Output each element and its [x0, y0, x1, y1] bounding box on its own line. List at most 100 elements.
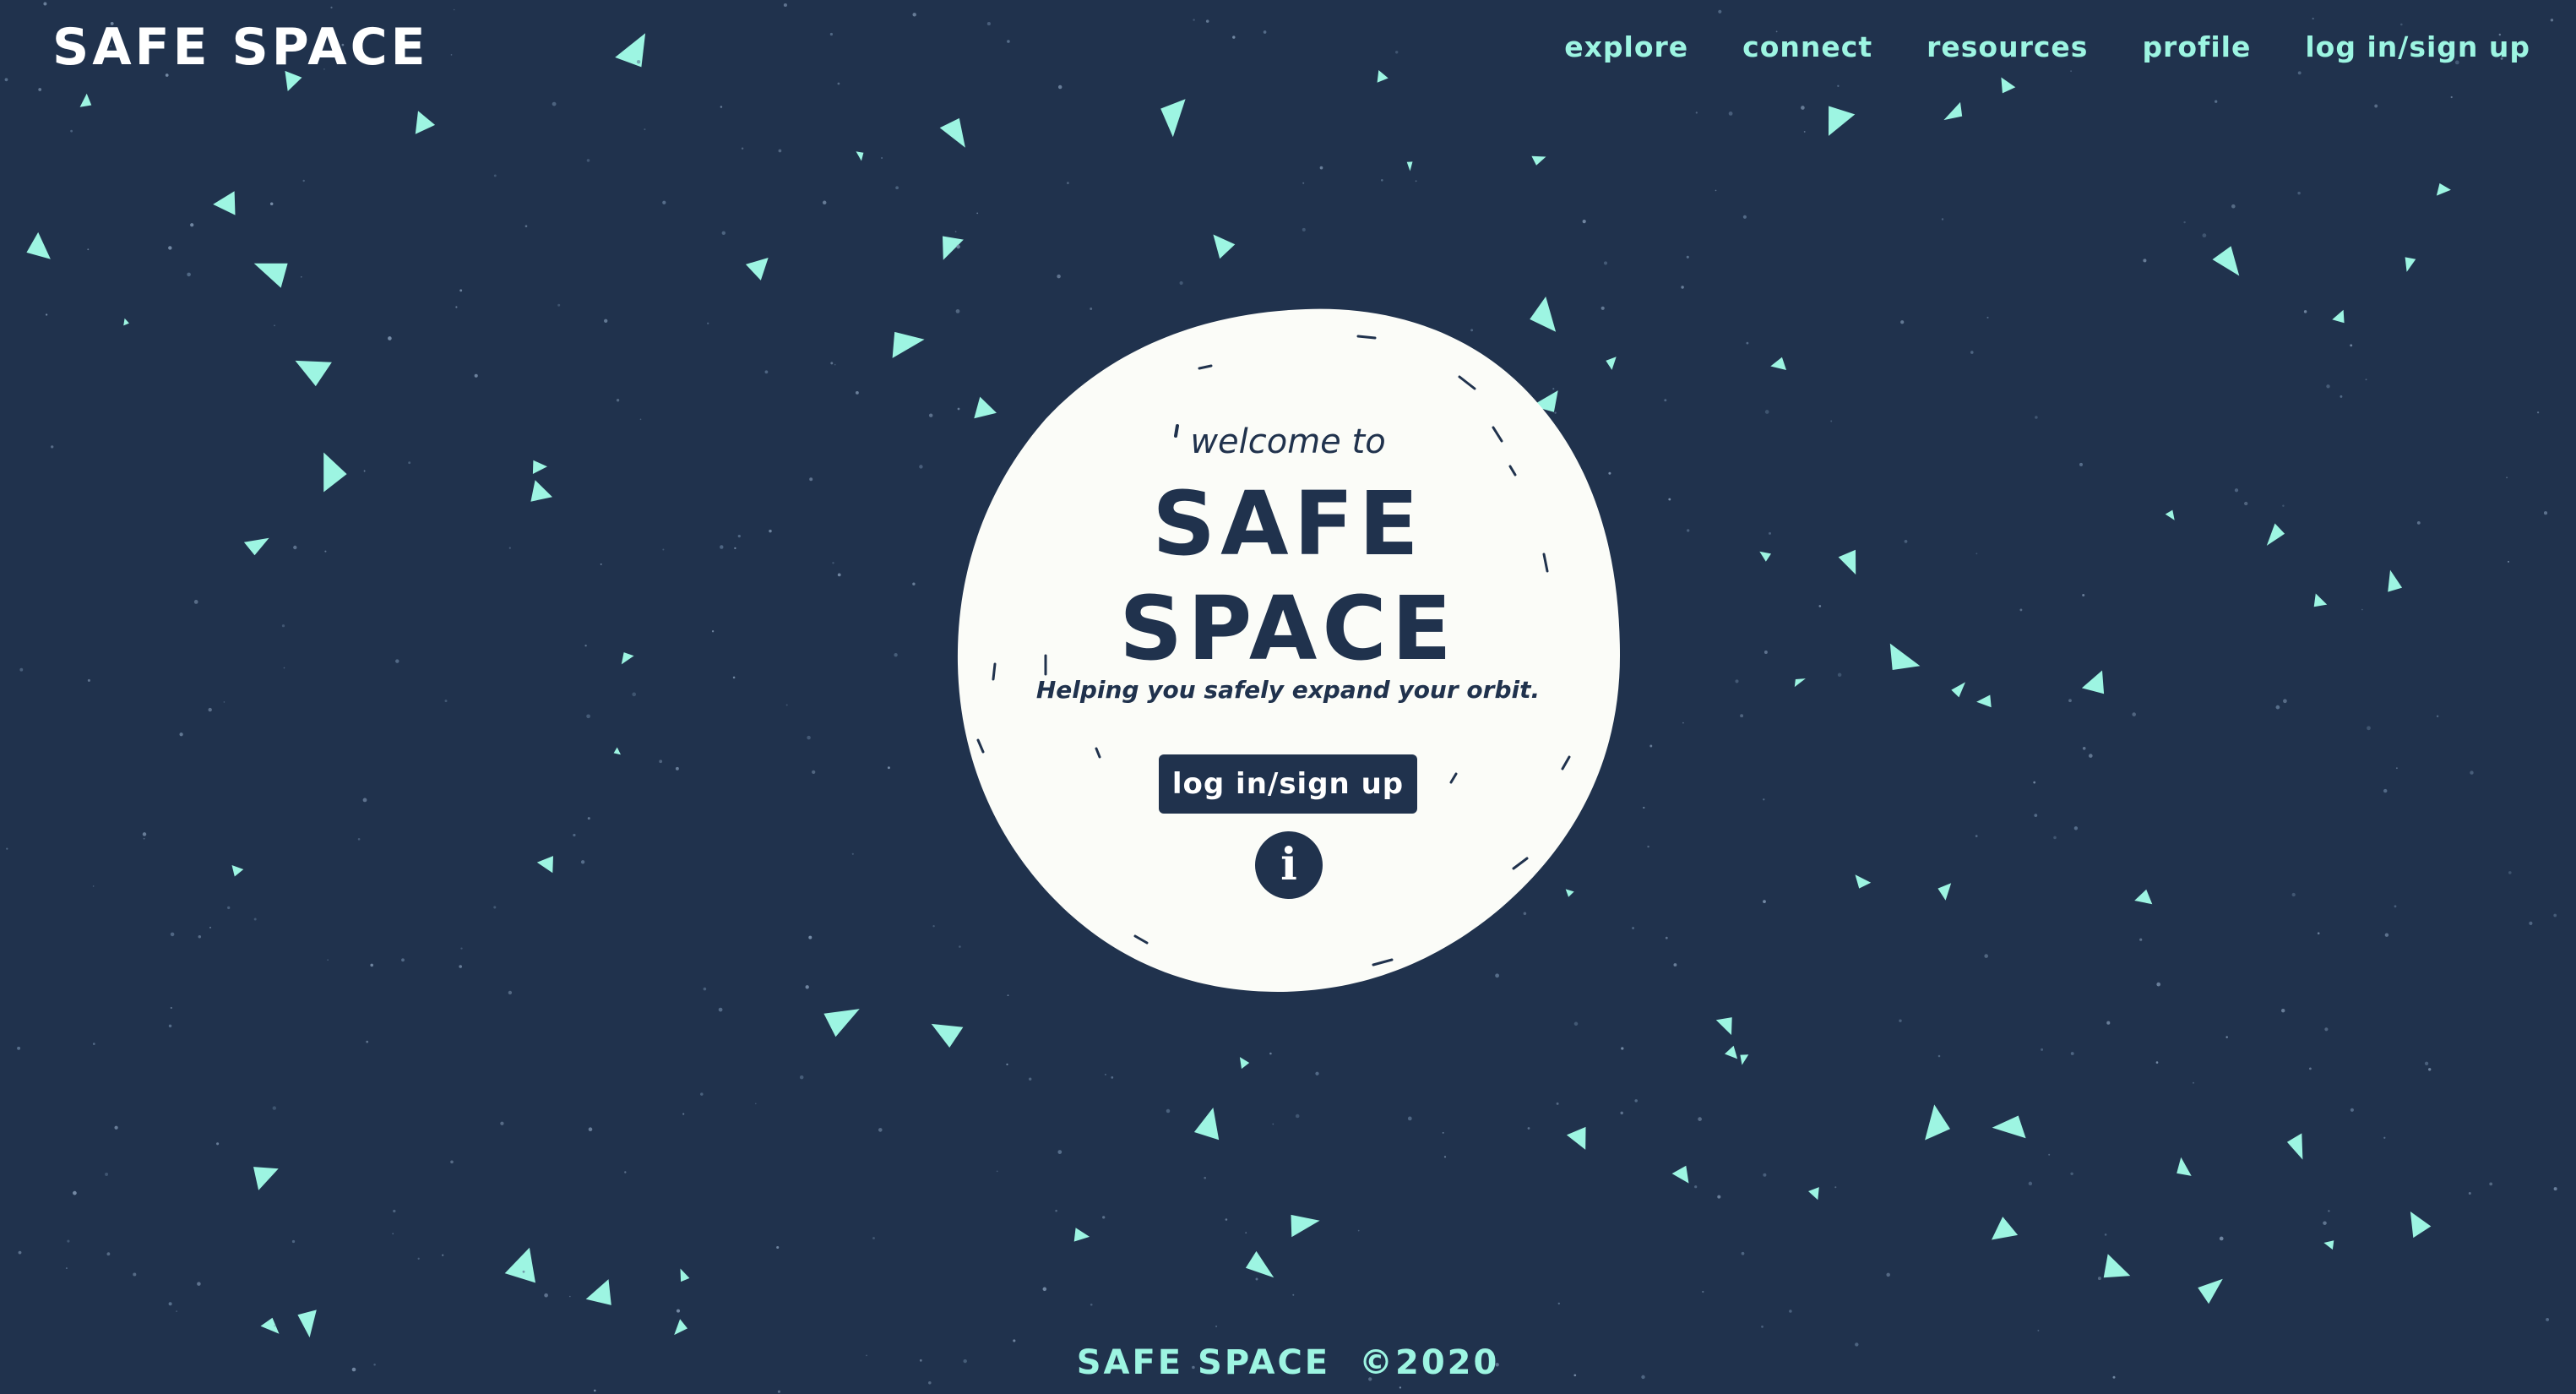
- hero-title: SAFE SPACE: [1047, 471, 1529, 681]
- star-shard: [231, 865, 244, 877]
- brand-logo[interactable]: SAFE SPACE: [52, 15, 429, 79]
- star-dot: [2070, 70, 2073, 73]
- star-dot: [2324, 1027, 2329, 1032]
- star-shard: [2323, 1240, 2334, 1250]
- star-dot: [544, 1293, 548, 1298]
- star-dot: [1245, 1232, 1247, 1233]
- star-dot: [785, 704, 788, 706]
- star-shard: [1855, 874, 1872, 889]
- star-dot: [2041, 1048, 2044, 1051]
- star-dot: [1682, 722, 1684, 724]
- nav-link-explore[interactable]: explore: [1564, 30, 1688, 63]
- star-dot: [1193, 19, 1195, 21]
- star-dot: [1763, 1173, 1767, 1177]
- star-dot: [1102, 1216, 1106, 1219]
- star-dot: [2350, 1108, 2354, 1112]
- star-shard: [674, 1319, 687, 1336]
- star-dot: [2550, 19, 2554, 22]
- star-dot: [197, 1282, 201, 1286]
- star-dot: [269, 202, 274, 206]
- star-dot: [283, 667, 285, 669]
- star-dot: [190, 223, 194, 227]
- star-dot: [2106, 1021, 2111, 1025]
- star-shard: [892, 331, 925, 358]
- star-shard: [680, 1268, 690, 1282]
- star-shard: [323, 452, 347, 493]
- star-dot: [2529, 921, 2533, 925]
- star-dot: [1673, 963, 1677, 967]
- star-shard: [2165, 509, 2175, 520]
- star-dot: [1742, 215, 1747, 219]
- login-signup-button[interactable]: log in/sign up: [1159, 754, 1417, 814]
- star-dot: [274, 324, 275, 327]
- star-dot: [274, 1325, 276, 1327]
- star-dot: [769, 529, 772, 533]
- star-dot: [632, 692, 637, 697]
- star-dot: [193, 600, 198, 604]
- star-dot: [1643, 806, 1645, 809]
- star-dot: [1006, 1063, 1008, 1066]
- nav-link-profile[interactable]: profile: [2142, 30, 2251, 63]
- star-shard: [621, 652, 634, 665]
- star-dot: [894, 653, 898, 657]
- star-shard: [532, 460, 547, 474]
- star-dot: [459, 289, 463, 292]
- star-dot: [2097, 1277, 2101, 1281]
- star-dot: [700, 1092, 704, 1096]
- star-dot: [1761, 1326, 1764, 1328]
- star-shard: [260, 1317, 280, 1334]
- star-dot: [500, 1121, 504, 1125]
- star-dot: [2215, 100, 2218, 103]
- star-dot: [2424, 1061, 2429, 1065]
- star-shard: [504, 1247, 535, 1283]
- star-dot: [1007, 40, 1010, 43]
- star-dot: [1803, 130, 1806, 133]
- star-shard: [2001, 77, 2016, 94]
- star-dot: [830, 362, 834, 365]
- nav-link-connect[interactable]: connect: [1742, 30, 1872, 63]
- star-dot: [2291, 892, 2296, 897]
- site-footer: SAFE SPACE ©2020: [0, 1343, 2576, 1382]
- star-dot: [1620, 1111, 1623, 1115]
- star-shard: [1889, 643, 1921, 670]
- star-shard: [2177, 1157, 2192, 1176]
- star-dot: [493, 906, 497, 909]
- star-dot: [586, 714, 590, 719]
- star-dot: [330, 6, 333, 9]
- star-dot: [73, 1190, 77, 1195]
- star-dot: [1111, 1076, 1114, 1079]
- star-dot: [92, 885, 95, 887]
- star-dot: [1941, 218, 1944, 221]
- star-dot: [783, 3, 787, 8]
- star-dot: [105, 1173, 109, 1176]
- star-shard: [123, 318, 129, 326]
- star-dot: [1055, 1209, 1057, 1212]
- star-dot: [2183, 221, 2186, 224]
- star-shard: [415, 111, 436, 134]
- star-dot: [272, 1106, 277, 1110]
- nav-item-resources: resources: [1927, 25, 2088, 69]
- star-dot: [1649, 744, 1653, 748]
- star-dot: [764, 370, 769, 374]
- star-dot: [682, 1113, 685, 1115]
- star-shard: [2410, 1212, 2432, 1239]
- star-dot: [2082, 746, 2086, 750]
- star-dot: [327, 959, 329, 961]
- star-dot: [444, 700, 448, 703]
- star-shard: [823, 1009, 860, 1037]
- star-dot: [552, 101, 557, 106]
- info-button[interactable]: i: [1255, 831, 1323, 899]
- star-shard: [1291, 1214, 1320, 1238]
- nav-link-resources[interactable]: resources: [1927, 30, 2088, 63]
- nav-item-profile: profile: [2142, 25, 2251, 69]
- star-dot: [2328, 1210, 2330, 1212]
- nav-link-login-signup[interactable]: log in/sign up: [2305, 30, 2530, 63]
- star-shard: [745, 258, 769, 280]
- star-shard: [1073, 1228, 1090, 1242]
- star-shard: [1406, 161, 1413, 172]
- star-dot: [720, 545, 724, 549]
- star-shard: [1992, 1217, 2019, 1240]
- star-dot: [1442, 1131, 1444, 1134]
- star-dot: [1837, 672, 1842, 678]
- star-shard: [931, 1023, 964, 1048]
